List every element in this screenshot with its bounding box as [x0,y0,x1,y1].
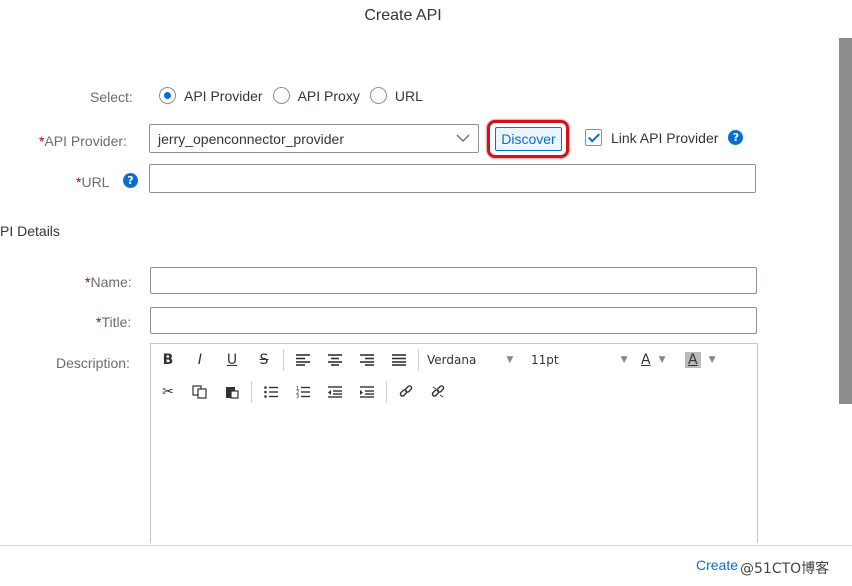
font-size-select[interactable]: 11pt ▼ [531,353,641,367]
bold-button[interactable]: B [157,350,179,370]
api-provider-label: *API Provider: [39,133,127,149]
editor-toolbar-row-2: ✂ 123 [157,381,459,403]
link-icon[interactable] [395,382,417,402]
select-label: Select: [90,89,133,105]
background-color-button[interactable]: A ▼ [685,352,729,368]
url-input[interactable] [149,164,756,193]
dialog-title: Create API [364,7,442,24]
align-left-icon[interactable] [292,350,314,370]
radio-url-label: URL [394,87,423,104]
description-rich-text-editor[interactable]: B I U S Verdana ▼ 11pt ▼ A ▼ A ▼ ✂ 1 2 3 [150,343,758,543]
radio-api-proxy[interactable]: API Proxy [272,87,360,104]
paste-icon[interactable] [221,382,243,402]
caret-down-icon: ▼ [506,355,514,365]
radio-api-provider-label: API Provider [184,87,263,104]
discover-button[interactable]: Discover [495,127,562,151]
editor-toolbar-row-1: B I U S Verdana ▼ 11pt ▼ A ▼ A ▼ [157,349,729,371]
url-label-text: URL [81,174,110,190]
url-help-icon[interactable]: ? [123,173,138,188]
indent-icon[interactable] [356,382,378,402]
link-api-provider-label: Link API Provider [611,129,719,146]
title-label-text: Title: [101,314,132,330]
toolbar-divider [386,381,387,403]
numbered-list-icon[interactable]: 123 [292,382,314,402]
radio-api-provider[interactable]: API Provider [159,87,263,104]
name-label: *Name: [85,274,132,290]
font-family-value: Verdana [427,353,477,367]
toolbar-divider [251,381,252,403]
name-input[interactable] [150,267,757,294]
align-justify-icon[interactable] [388,350,410,370]
outdent-icon[interactable] [324,382,346,402]
align-center-icon[interactable] [324,350,346,370]
toolbar-divider [418,349,419,371]
api-provider-select[interactable]: jerry_openconnector_provider [149,124,479,153]
title-label: *Title: [96,314,131,330]
radio-unselected-icon [369,87,387,104]
underline-button[interactable]: U [221,350,243,370]
background-color-icon: A [685,352,701,368]
discover-highlight: Discover [487,120,569,158]
source-type-radio-group: API Provider API Proxy URL [159,87,433,104]
text-color-icon: A [641,352,651,368]
align-right-icon[interactable] [356,350,378,370]
font-size-value: 11pt [531,353,559,367]
footer-divider [0,545,852,546]
title-input[interactable] [150,307,757,334]
help-icon[interactable]: ? [728,130,744,145]
text-color-button[interactable]: A ▼ [641,352,685,368]
vertical-scrollbar[interactable] [839,38,852,404]
radio-unselected-icon [272,87,290,104]
link-api-provider-row: Link API Provider ? [585,129,744,146]
copy-icon[interactable] [189,382,211,402]
description-label: Description: [56,355,130,371]
bullet-list-icon[interactable] [260,382,282,402]
svg-text:3: 3 [296,394,299,398]
api-details-section-title: PI Details [0,223,60,239]
name-label-text: Name: [90,274,132,290]
caret-down-icon: ▼ [658,355,666,365]
radio-url[interactable]: URL [369,87,423,104]
caret-down-icon: ▼ [620,355,628,365]
link-api-provider-checkbox[interactable] [585,129,602,146]
cut-icon[interactable]: ✂ [157,382,179,402]
api-provider-label-text: API Provider: [44,133,127,149]
font-family-select[interactable]: Verdana ▼ [427,353,531,367]
watermark-text: @51CTO博客 [740,561,830,577]
italic-button[interactable]: I [189,350,211,370]
strikethrough-button[interactable]: S [253,350,275,370]
caret-down-icon: ▼ [708,355,716,365]
chevron-down-icon [448,125,478,152]
create-button[interactable]: Create [696,557,738,573]
unlink-icon[interactable] [427,382,449,402]
toolbar-divider [283,349,284,371]
url-label: *URL [76,174,109,190]
api-provider-select-value: jerry_openconnector_provider [158,130,344,147]
radio-selected-icon [159,87,176,104]
radio-api-proxy-label: API Proxy [297,87,360,104]
